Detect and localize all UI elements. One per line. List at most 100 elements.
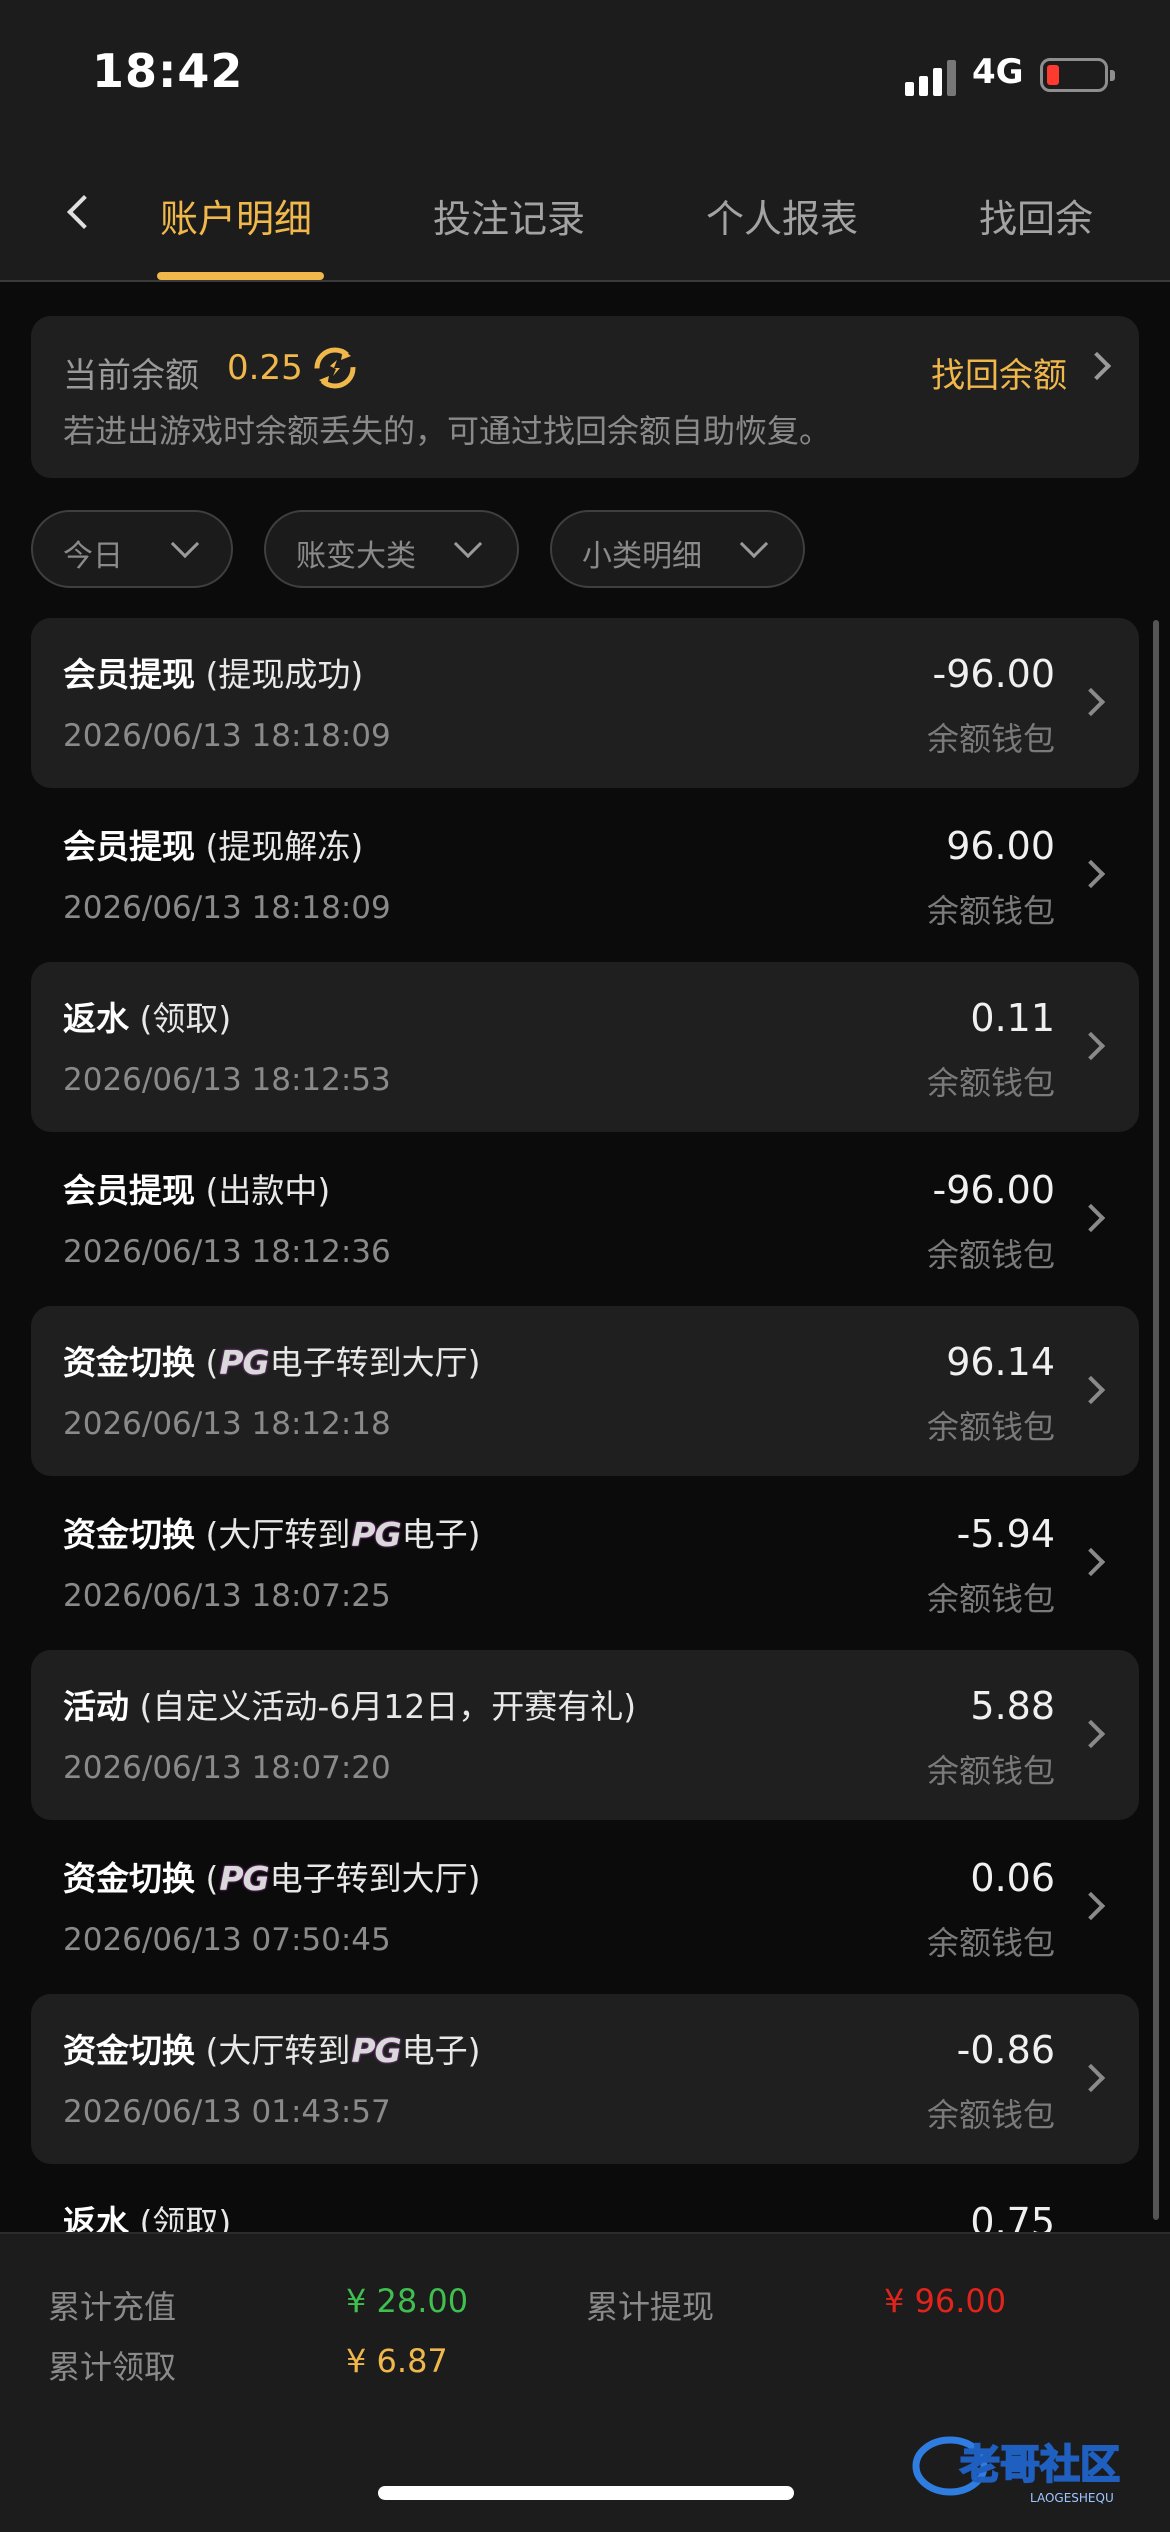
filter-date[interactable]: 今日 xyxy=(31,510,233,588)
chevron-right-icon xyxy=(1076,687,1106,717)
pg-logo-icon: PG xyxy=(351,2031,401,2070)
record-detail: ( xyxy=(205,1859,219,1898)
filter-subcategory[interactable]: 小类明细 xyxy=(550,510,805,588)
tab-account-detail[interactable]: 账户明细 xyxy=(160,188,312,243)
status-bar: 18:42 4G xyxy=(0,0,1170,150)
record-date: 2026/06/13 18:07:20 xyxy=(63,1750,391,1786)
watermark-subtext: LAOGESHEQU xyxy=(1030,2491,1114,2505)
record-title: 活动 (自定义活动-6月12日，开赛有礼) xyxy=(63,1680,636,1728)
record-detail: (自定义活动-6月12日，开赛有礼) xyxy=(139,1687,637,1726)
record-wallet: 余额钱包 xyxy=(926,1924,1055,1962)
filter-category-label: 账变大类 xyxy=(296,539,416,574)
balance-hint: 若进出游戏时余额丢失的，可通过找回余额自助恢复。 xyxy=(63,412,832,450)
record-row[interactable]: 会员提现 (出款中) 2026/06/13 18:12:36 -96.00 余额钱包 xyxy=(31,1134,1139,1304)
chevron-down-icon xyxy=(739,529,769,559)
record-wallet: 余额钱包 xyxy=(926,1408,1055,1446)
home-indicator xyxy=(378,2486,794,2500)
record-detail: (提现成功) xyxy=(205,655,364,694)
record-title: 会员提现 (出款中) xyxy=(63,1164,330,1212)
record-amount: 5.88 xyxy=(970,1684,1055,1728)
filter-subcategory-label: 小类明细 xyxy=(582,539,702,574)
record-title: 会员提现 (提现解冻) xyxy=(63,820,363,868)
record-row[interactable]: 活动 (自定义活动-6月12日，开赛有礼) 2026/06/13 18:07:20… xyxy=(31,1650,1139,1820)
tab-recover-balance[interactable]: 找回余 xyxy=(979,188,1093,243)
balance-value: 0.25 xyxy=(227,348,303,388)
record-detail-suffix: 电子转到大厅) xyxy=(269,1343,481,1382)
refresh-icon[interactable] xyxy=(313,346,357,390)
record-row[interactable]: 会员提现 (提现解冻) 2026/06/13 18:18:09 96.00 余额钱包 xyxy=(31,790,1139,960)
record-date: 2026/06/13 18:07:25 xyxy=(63,1578,391,1614)
record-wallet: 余额钱包 xyxy=(926,892,1055,930)
record-row[interactable]: 返水 (领取) 2026/06/13 18:12:53 0.11 余额钱包 xyxy=(31,962,1139,1132)
total-claim-label: 累计领取 xyxy=(48,2348,177,2386)
record-amount: -96.00 xyxy=(932,1168,1056,1212)
status-time: 18:42 xyxy=(92,44,244,98)
record-amount: 96.00 xyxy=(946,824,1055,868)
record-amount: -0.86 xyxy=(956,2028,1055,2072)
record-wallet: 余额钱包 xyxy=(926,1752,1055,1790)
record-amount: 0.11 xyxy=(970,996,1055,1040)
chevron-right-icon xyxy=(1076,1031,1106,1061)
record-type: 返水 xyxy=(63,999,129,1038)
record-title: 返水 (领取) xyxy=(63,992,231,1040)
record-date: 2026/06/13 18:12:18 xyxy=(63,1406,391,1442)
record-detail: (大厅转到 xyxy=(205,1515,351,1554)
chevron-right-icon xyxy=(1076,1203,1106,1233)
chevron-down-icon xyxy=(170,529,200,559)
filter-date-label: 今日 xyxy=(63,539,123,574)
record-wallet: 余额钱包 xyxy=(926,1236,1055,1274)
tab-bar: 账户明细 投注记录 个人报表 找回余 xyxy=(0,150,1170,282)
record-amount: -5.94 xyxy=(956,1512,1055,1556)
tab-bet-records[interactable]: 投注记录 xyxy=(433,188,585,243)
scrollbar[interactable] xyxy=(1153,620,1159,2220)
recover-balance-link[interactable]: 找回余额 xyxy=(931,348,1067,397)
tab-personal-report[interactable]: 个人报表 xyxy=(706,188,858,243)
record-amount: -96.00 xyxy=(932,652,1056,696)
signal-icon xyxy=(905,60,957,96)
record-date: 2026/06/13 18:18:09 xyxy=(63,718,391,754)
record-detail-suffix: 电子) xyxy=(401,2031,481,2070)
pg-logo-icon: PG xyxy=(219,1343,269,1382)
record-amount: 0.06 xyxy=(970,1856,1055,1900)
record-title: 资金切换 (大厅转到PG电子) xyxy=(63,1508,481,1556)
record-detail: (大厅转到 xyxy=(205,2031,351,2070)
chevron-right-icon xyxy=(1076,1719,1106,1749)
balance-label: 当前余额 xyxy=(63,356,199,396)
record-row[interactable]: 会员提现 (提现成功) 2026/06/13 18:18:09 -96.00 余额钱包 xyxy=(31,618,1139,788)
record-detail: ( xyxy=(205,1343,219,1382)
balance-card: 当前余额 0.25 若进出游戏时余额丢失的，可通过找回余额自助恢复。 找回余额 xyxy=(31,316,1139,478)
chevron-right-icon xyxy=(1076,859,1106,889)
record-amount: 96.14 xyxy=(946,1340,1055,1384)
record-date: 2026/06/13 18:18:09 xyxy=(63,890,391,926)
record-row[interactable]: 资金切换 (PG电子转到大厅) 2026/06/13 07:50:45 0.06 余额… xyxy=(31,1822,1139,1992)
record-date: 2026/06/13 01:43:57 xyxy=(63,2094,391,2130)
record-row[interactable]: 资金切换 (大厅转到PG电子) 2026/06/13 18:07:25 -5.94 余… xyxy=(31,1478,1139,1648)
record-type: 会员提现 xyxy=(63,827,195,866)
pg-logo-icon: PG xyxy=(351,1515,401,1554)
record-detail: (出款中) xyxy=(205,1171,331,1210)
record-date: 2026/06/13 18:12:53 xyxy=(63,1062,391,1098)
record-title: 资金切换 (大厅转到PG电子) xyxy=(63,2024,481,2072)
chevron-right-icon[interactable] xyxy=(1082,351,1112,381)
record-row[interactable]: 资金切换 (PG电子转到大厅) 2026/06/13 18:12:18 96.14 余… xyxy=(31,1306,1139,1476)
total-withdraw-value: ¥ 96.00 xyxy=(884,2282,1007,2320)
back-chevron-icon[interactable] xyxy=(60,190,100,234)
record-date: 2026/06/13 18:12:36 xyxy=(63,1234,391,1270)
record-type: 资金切换 xyxy=(63,2031,195,2070)
chevron-right-icon xyxy=(1076,1891,1106,1921)
total-recharge-label: 累计充值 xyxy=(48,2288,177,2326)
record-type: 资金切换 xyxy=(63,1859,195,1898)
chevron-right-icon xyxy=(1076,2063,1106,2093)
record-row[interactable]: 资金切换 (大厅转到PG电子) 2026/06/13 01:43:57 -0.86 余… xyxy=(31,1994,1139,2164)
total-claim-value: ¥ 6.87 xyxy=(346,2342,448,2380)
watermark-logo: 老哥社区 LAOGESHEQU xyxy=(912,2436,1121,2505)
battery-icon xyxy=(1040,58,1115,92)
record-type: 会员提现 xyxy=(63,655,195,694)
record-type: 会员提现 xyxy=(63,1171,195,1210)
record-date: 2026/06/13 07:50:45 xyxy=(63,1922,391,1958)
chevron-right-icon xyxy=(1076,1375,1106,1405)
pg-logo-icon: PG xyxy=(219,1859,269,1898)
record-wallet: 余额钱包 xyxy=(926,1064,1055,1102)
record-detail: (领取) xyxy=(139,999,232,1038)
filter-category[interactable]: 账变大类 xyxy=(264,510,519,588)
